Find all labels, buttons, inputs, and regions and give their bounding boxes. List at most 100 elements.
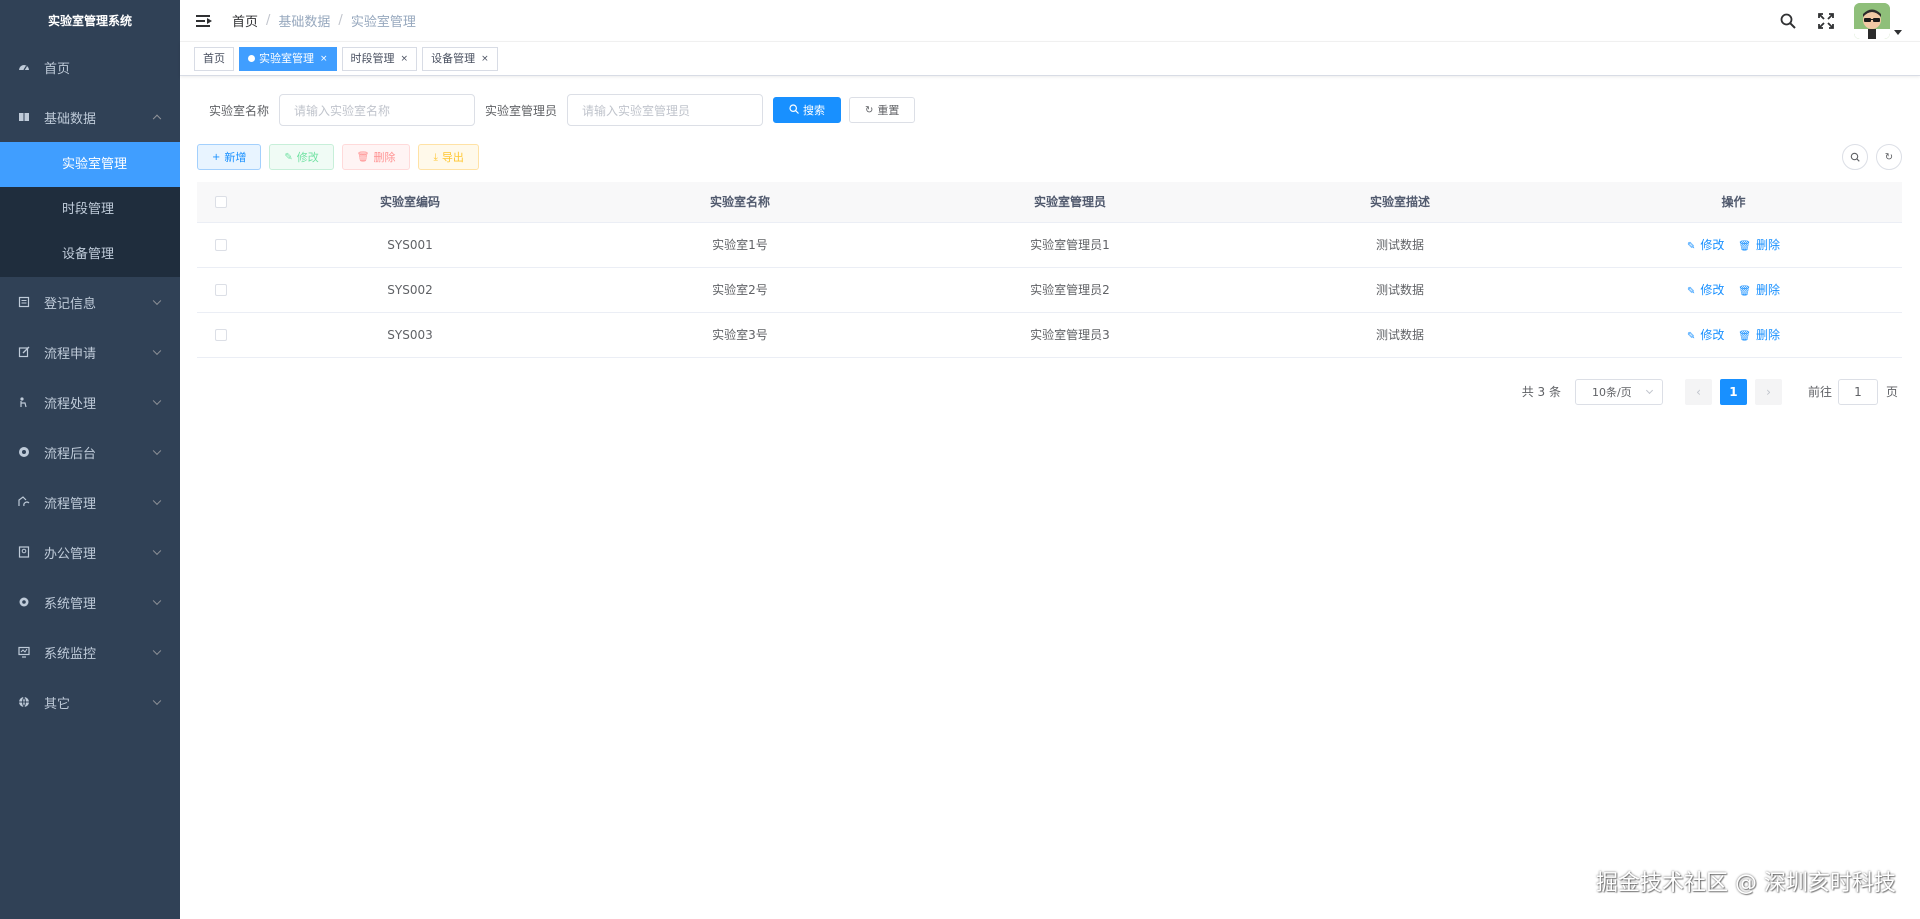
sidebar-item-label: 系统监控 [44,646,97,662]
sidebar-item-process-apply[interactable]: 流程申请 [0,327,180,377]
close-icon[interactable]: × [320,48,328,70]
row-delete-link[interactable]: 🗑 删除 [1738,283,1780,297]
tag-home[interactable]: 首页 [194,46,234,71]
trash-icon: 🗑 [356,151,370,163]
lab-name-label: 实验室名称 [209,103,270,118]
lab-desc-cell: 测试数据 [1235,222,1565,268]
tag-time-slot-management[interactable]: 时段管理 × [341,46,418,71]
trash-icon: 🗑 [1738,331,1751,342]
operations-cell: ✎ 修改 🗑 删除 [1565,222,1902,268]
main-area: 首页 / 基础数据 / 实验室管理 首页 实验室管理 × 时段管理 × 设备管理… [180,0,1920,919]
active-dot-icon [248,55,255,62]
sidebar-item-label: 首页 [44,61,71,77]
operations-cell: ✎ 修改 🗑 删除 [1565,267,1902,313]
page-number[interactable]: 1 [1719,378,1747,405]
trash-icon: 🗑 [1738,286,1751,297]
sidebar-item-process-management[interactable]: 流程管理 [0,477,180,527]
tags-view: 首页 实验室管理 × 时段管理 × 设备管理 × [180,42,1920,76]
tag-label: 实验室管理 [259,51,314,65]
download-icon: ⤓ [433,151,438,163]
sidebar-item-equipment-management[interactable]: 设备管理 [0,232,180,277]
table-header-row: 实验室编码 实验室名称 实验室管理员 实验室描述 操作 [197,182,1902,223]
lab-admin-input[interactable]: 请输入实验室管理员 [567,94,764,126]
page-unit-label: 页 [1885,385,1898,399]
row-delete-link[interactable]: 🗑 删除 [1738,328,1780,342]
goto-page-input[interactable]: 1 [1837,378,1878,405]
lab-name-input[interactable]: 请输入实验室名称 [279,94,476,126]
next-page-button[interactable]: › [1754,378,1782,405]
sidebar-item-registration[interactable]: 登记信息 [0,277,180,327]
export-button[interactable]: ⤓ 导出 [418,144,479,170]
tag-lab-management[interactable]: 实验室管理 × [239,46,337,71]
goto-label: 前往 [1807,385,1832,399]
page-size-value: 10条/页 [1591,385,1632,399]
office-icon [18,546,30,558]
menu-toggle-icon[interactable] [196,14,212,28]
refresh-button[interactable]: ↻ [1876,144,1902,170]
sidebar-item-office-management[interactable]: 办公管理 [0,527,180,577]
sidebar-item-home[interactable]: 首页 [0,42,180,92]
tag-label: 时段管理 [350,51,395,65]
row-edit-link[interactable]: ✎ 修改 [1687,328,1724,342]
toggle-search-button[interactable] [1842,144,1868,170]
add-button[interactable]: + 新增 [197,144,262,170]
flow-icon [18,496,30,508]
row-checkbox[interactable] [215,329,227,341]
search-icon [789,103,799,117]
sidebar-item-system-monitor[interactable]: 系统监控 [0,627,180,677]
close-icon[interactable]: × [481,48,489,70]
row-checkbox[interactable] [215,239,227,251]
sidebar-item-label: 办公管理 [44,546,97,562]
row-edit-link[interactable]: ✎ 修改 [1687,283,1724,297]
column-header: 实验室名称 [575,182,905,223]
sidebar-item-process-handle[interactable]: 流程处理 [0,377,180,427]
page-content: 实验室名称 请输入实验室名称 实验室管理员 请输入实验室管理员 搜索 ↻ 重置 … [180,94,1920,406]
sidebar-item-label: 流程处理 [44,396,97,412]
tag-equipment-management[interactable]: 设备管理 × [422,46,498,71]
row-edit-link[interactable]: ✎ 修改 [1687,238,1724,252]
app-title: 实验室管理系统 [47,14,132,28]
caret-down-icon[interactable] [1894,29,1902,35]
delete-button-label: 删除 [373,151,396,164]
sidebar-item-other[interactable]: 其它 [0,677,180,727]
row-select-cell [197,222,245,268]
search-icon [1850,152,1860,162]
sidebar-item-basic-data[interactable]: 基础数据 [0,92,180,142]
delete-button[interactable]: 🗑 删除 [341,144,411,170]
sidebar-item-label: 流程后台 [44,446,97,462]
prev-page-button[interactable]: ‹ [1684,378,1712,405]
close-icon[interactable]: × [401,48,409,70]
avatar[interactable] [1854,3,1890,39]
sidebar-item-process-backend[interactable]: 流程后台 [0,427,180,477]
tag-label: 设备管理 [431,51,476,65]
chevron-left-icon: ‹ [1696,384,1701,399]
chevron-down-icon [1645,386,1654,394]
dashboard-icon [18,61,30,73]
row-checkbox[interactable] [215,284,227,296]
row-delete-label: 删除 [1755,238,1780,252]
search-form: 实验室名称 请输入实验室名称 实验室管理员 请输入实验室管理员 搜索 ↻ 重置 [197,94,1902,126]
sidebar-item-system-management[interactable]: 系统管理 [0,577,180,627]
column-header: 实验室描述 [1235,182,1565,223]
chevron-up-icon [152,114,162,124]
select-all-checkbox[interactable] [215,196,227,209]
lab-name-cell: 实验室1号 [575,222,905,268]
search-button[interactable]: 搜索 [773,97,842,123]
tag-label: 首页 [203,51,225,65]
sidebar-item-label: 流程申请 [44,346,97,362]
page-size-select[interactable]: 10条/页 [1574,378,1663,405]
sidebar-item-time-slot-management[interactable]: 时段管理 [0,187,180,232]
row-select-cell [197,312,245,358]
add-button-label: 新增 [224,151,247,164]
edit-button[interactable]: ✎ 修改 [269,144,334,170]
row-edit-label: 修改 [1700,238,1725,252]
search-button-label: 搜索 [803,104,826,117]
breadcrumb-current: 实验室管理 [350,15,416,30]
search-icon[interactable] [1778,11,1798,31]
row-edit-label: 修改 [1700,283,1725,297]
sidebar-item-lab-management[interactable]: 实验室管理 [0,142,180,187]
fullscreen-icon[interactable] [1816,11,1836,31]
reset-button[interactable]: ↻ 重置 [849,97,916,123]
row-delete-link[interactable]: 🗑 删除 [1738,238,1780,252]
breadcrumb-home[interactable]: 首页 [232,11,258,30]
